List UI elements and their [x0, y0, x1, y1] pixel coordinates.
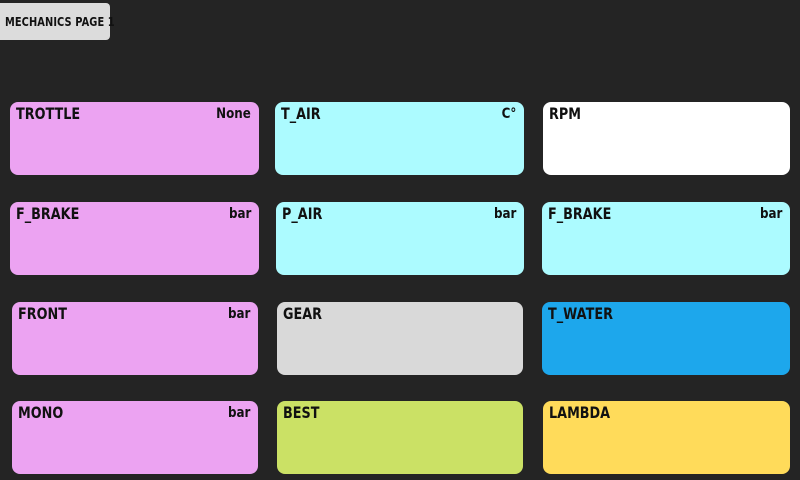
- tile-label: RPM: [549, 104, 581, 123]
- tile-unit: bar: [493, 206, 516, 222]
- tile-mono[interactable]: MONO bar: [12, 401, 258, 474]
- tile-trottle[interactable]: TROTTLE None: [10, 102, 259, 175]
- tile-gear[interactable]: GEAR: [277, 302, 523, 375]
- tile-label: MONO: [18, 403, 64, 422]
- tile-lambda[interactable]: LAMBDA: [543, 401, 790, 474]
- tile-label: T_AIR: [281, 104, 321, 123]
- tile-unit: C°: [501, 106, 516, 122]
- page-tab[interactable]: MECHANICS PAGE 1: [0, 3, 115, 40]
- tile-best[interactable]: BEST: [277, 401, 523, 474]
- tile-label: F_BRAKE: [16, 204, 80, 223]
- tile-t-water[interactable]: T_WATER: [542, 302, 790, 375]
- tile-front[interactable]: FRONT bar: [12, 302, 258, 375]
- tile-label: FRONT: [18, 304, 67, 323]
- tile-label: BEST: [283, 403, 320, 422]
- tile-unit: bar: [227, 306, 250, 322]
- tile-label: LAMBDA: [549, 403, 611, 422]
- tile-rpm[interactable]: RPM: [543, 102, 790, 175]
- page-title: MECHANICS PAGE 1: [5, 14, 115, 29]
- tile-label: P_AIR: [282, 204, 323, 223]
- tile-unit: bar: [227, 405, 250, 421]
- tile-unit: None: [216, 106, 251, 122]
- tile-f-brake-rear[interactable]: F_BRAKE bar: [542, 202, 790, 275]
- tile-unit: bar: [228, 206, 251, 222]
- tile-t-air[interactable]: T_AIR C°: [275, 102, 524, 175]
- tile-label: F_BRAKE: [548, 204, 612, 223]
- tile-p-air[interactable]: P_AIR bar: [276, 202, 524, 275]
- tile-label: TROTTLE: [16, 104, 81, 123]
- tile-label: T_WATER: [548, 304, 613, 323]
- tile-f-brake-front[interactable]: F_BRAKE bar: [10, 202, 259, 275]
- tile-label: GEAR: [283, 304, 323, 323]
- tile-unit: bar: [759, 206, 782, 222]
